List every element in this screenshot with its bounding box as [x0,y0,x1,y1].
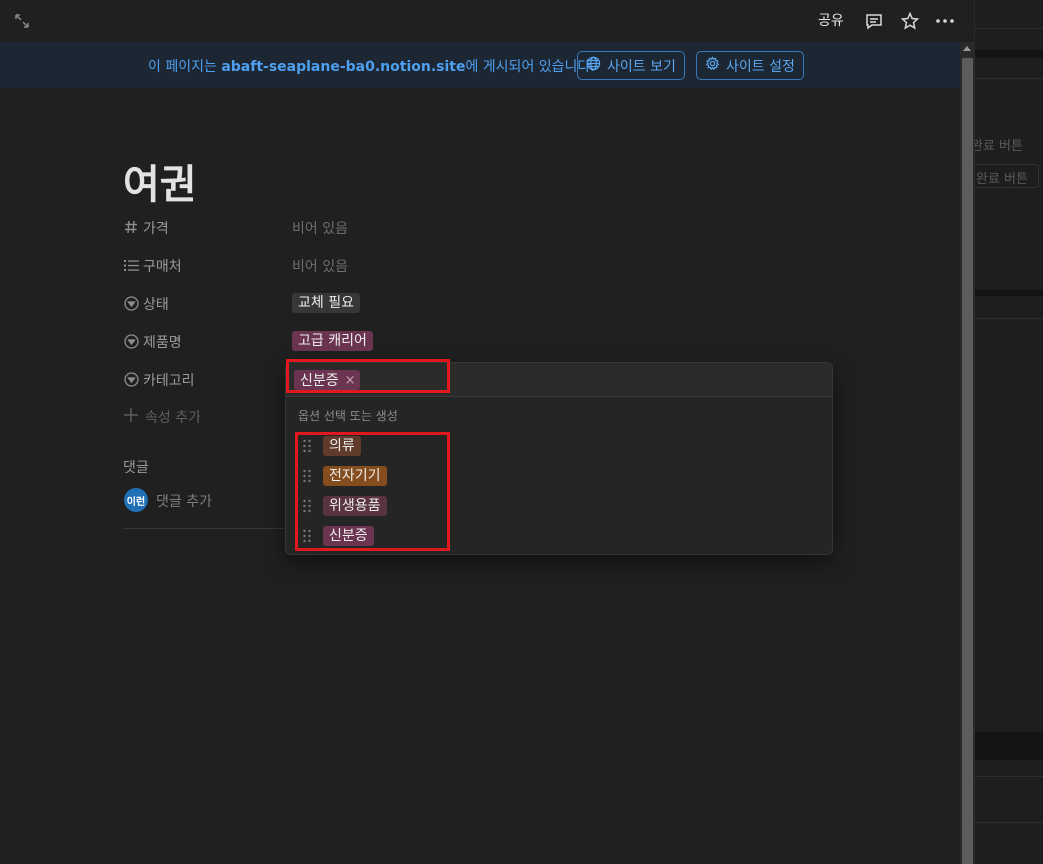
scroll-thumb[interactable] [962,58,973,864]
background-app: 완료 버튼 완료 버튼 [967,0,1043,864]
bg-bar [975,290,1043,296]
bg-divider [975,822,1043,823]
bg-bar [975,50,1043,58]
option-item[interactable]: 의류 [298,433,818,459]
number-icon [123,219,139,235]
remove-tag-icon[interactable]: × [345,373,356,388]
scroll-up-arrow[interactable] [963,46,971,51]
share-button[interactable]: 공유 [818,10,844,30]
star-icon[interactable] [899,10,921,32]
selected-tag-label: 신분증 [300,373,339,389]
add-property-label: 속성 추가 [145,410,201,426]
option-tag: 전자기기 [323,466,387,486]
add-property-button[interactable]: 속성 추가 [123,405,201,429]
select-icon [123,371,139,387]
banner-site-link[interactable]: abaft-seaplane-ba0.notion.site [221,59,465,75]
property-label: 구매처 [143,259,182,275]
comments-heading: 댓글 [123,460,149,476]
expand-icon[interactable] [12,11,32,31]
globe-icon [586,56,601,75]
option-tag: 신분증 [323,526,374,546]
bg-button: 완료 버튼 [967,164,1039,188]
gear-icon [705,56,720,75]
publish-banner: 이 페이지는 abaft-seaplane-ba0.notion.site에 게… [0,42,960,88]
view-site-label: 사이트 보기 [607,58,676,75]
selected-tag[interactable]: 신분증 × [294,370,360,390]
page-peek-panel: 공유 이 페이지는 abaft-seaplane-ba0.notion.site… [0,0,975,864]
banner-prefix: 이 페이지는 [148,59,222,75]
property-label: 가격 [143,221,169,237]
bg-bar [975,732,1043,760]
select-search-input[interactable]: 신분증 × [286,363,832,397]
comment-icon[interactable] [863,10,885,32]
drag-handle-icon[interactable] [302,468,312,484]
site-settings-button[interactable]: 사이트 설정 [696,51,804,80]
site-settings-label: 사이트 설정 [726,58,795,75]
top-bar: 공유 [0,0,974,42]
bg-divider [975,78,1043,79]
list-icon [123,257,139,273]
property-label: 제품명 [143,335,182,351]
select-icon [123,295,139,311]
view-site-button[interactable]: 사이트 보기 [577,51,685,80]
banner-text: 이 페이지는 abaft-seaplane-ba0.notion.site에 게… [148,56,595,76]
property-label: 상태 [143,297,169,313]
option-tag: 위생용품 [323,496,387,516]
bg-divider [975,776,1043,777]
divider [123,528,285,529]
category-select-dropdown: 신분증 × 옵션 선택 또는 생성 의류 전자기기 위생용품 신분증 [285,362,833,555]
property-value-empty[interactable]: 비어 있음 [292,218,348,238]
dropdown-hint: 옵션 선택 또는 생성 [298,409,398,423]
scrollbar[interactable] [960,42,974,864]
banner-suffix: 에 게시되어 있습니다. [465,59,595,75]
select-icon [123,333,139,349]
plus-icon [123,407,139,427]
drag-handle-icon[interactable] [302,498,312,514]
avatar: 이런 [124,488,148,512]
drag-handle-icon[interactable] [302,438,312,454]
status-tag[interactable]: 교체 필요 [292,293,360,313]
option-item[interactable]: 신분증 [298,523,818,549]
property-label: 카테고리 [143,373,195,389]
drag-handle-icon[interactable] [302,528,312,544]
bg-text: 완료 버튼 [971,139,1023,154]
bg-divider [975,318,1043,319]
option-tag: 의류 [323,436,361,456]
option-item[interactable]: 위생용품 [298,493,818,519]
add-comment-input[interactable]: 댓글 추가 [156,491,212,511]
option-item[interactable]: 전자기기 [298,463,818,489]
bg-divider [975,28,1043,29]
page-title[interactable]: 여권 [123,152,197,210]
product-tag[interactable]: 고급 캐리어 [292,331,373,351]
more-icon[interactable] [934,10,956,32]
property-value-empty[interactable]: 비어 있음 [292,256,348,276]
